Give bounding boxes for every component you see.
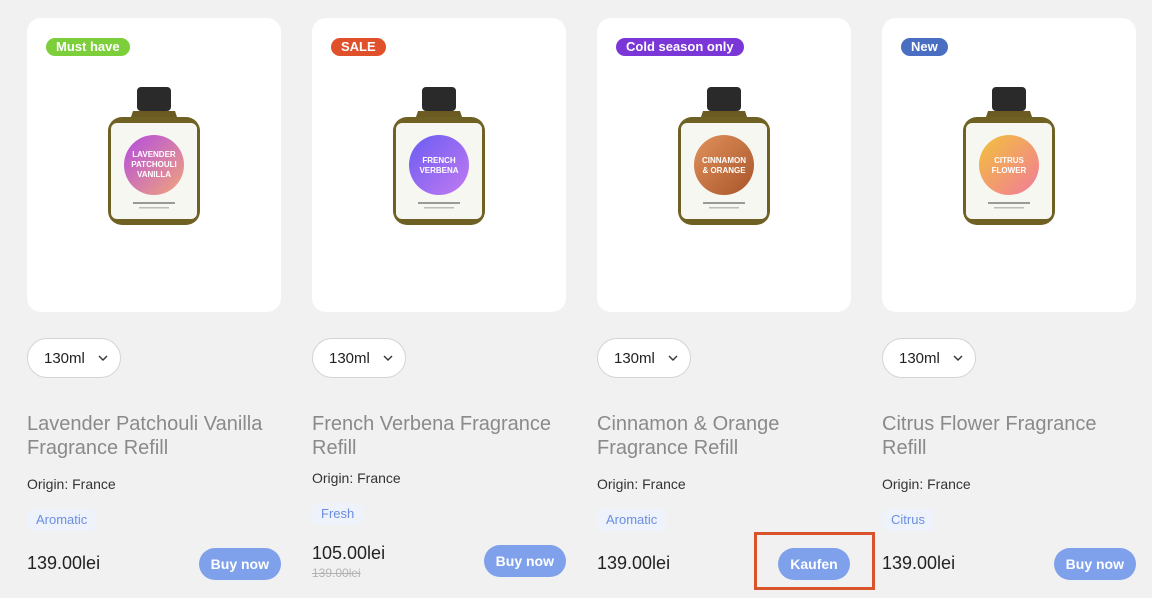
product-title[interactable]: Cinnamon & Orange Fragrance Refill [597, 412, 851, 460]
size-select-value: 130ml [899, 350, 940, 367]
buy-now-button[interactable]: Buy now [1053, 548, 1136, 580]
product-image-box[interactable]: Cold season only CINNAMON & ORANGE [597, 18, 851, 312]
chevron-down-icon [953, 355, 963, 361]
buy-now-button[interactable]: Buy now [198, 548, 281, 580]
product-price: 139.00lei [882, 553, 956, 573]
kaufen-button[interactable]: Kaufen [778, 548, 850, 580]
product-tag[interactable]: Citrus [882, 509, 934, 531]
product-origin: Origin: France [312, 470, 401, 486]
size-select-value: 130ml [44, 350, 85, 367]
product-image-box[interactable]: New CITRUS FLOWER [882, 18, 1136, 312]
product-card: New CITRUS FLOWER 130ml Citrus Flower Fr… [882, 0, 1136, 598]
product-badge: SALE [331, 38, 386, 56]
product-title[interactable]: Lavender Patchouli Vanilla Fragrance Ref… [27, 412, 281, 460]
product-origin: Origin: France [597, 476, 686, 492]
size-select[interactable]: 130ml [597, 338, 691, 378]
product-badge: Cold season only [616, 38, 744, 56]
size-select-value: 130ml [329, 350, 370, 367]
product-card: SALE FRENCH VERBENA 130ml French Verbena… [312, 0, 566, 598]
svg-text:LAVENDERPATCHOULIVANILLA: LAVENDER PATCHOULI VANILLA [131, 150, 176, 179]
size-select[interactable]: 130ml [27, 338, 121, 378]
svg-text:FRENCHVERBENA: FRENCH VERBENA [419, 156, 458, 175]
fragrance-bottle-image: LAVENDER PATCHOULI VANILLA [108, 87, 200, 225]
size-select[interactable]: 130ml [312, 338, 406, 378]
product-badge: New [901, 38, 948, 56]
fragrance-bottle-image: FRENCH VERBENA [393, 87, 485, 225]
product-tag[interactable]: Aromatic [597, 509, 667, 531]
size-select[interactable]: 130ml [882, 338, 976, 378]
buy-now-button[interactable]: Buy now [483, 545, 566, 577]
product-title[interactable]: Citrus Flower Fragrance Refill [882, 412, 1136, 460]
product-badge: Must have [46, 38, 130, 56]
product-price: 139.00lei [597, 553, 671, 573]
product-origin: Origin: France [882, 476, 971, 492]
product-old-price: 139.00lei [312, 566, 361, 580]
fragrance-bottle-image: CITRUS FLOWER [963, 87, 1055, 225]
fragrance-bottle-image: CINNAMON & ORANGE [678, 87, 770, 225]
chevron-down-icon [98, 355, 108, 361]
product-image-box[interactable]: Must have LAVENDER PATCHOULI VANILLA [27, 18, 281, 312]
product-origin: Origin: France [27, 476, 116, 492]
product-card: Must have LAVENDER PATCHOULI VANILLA 130… [27, 0, 281, 598]
svg-text:CITRUSFLOWER: CITRUS FLOWER [992, 156, 1027, 175]
chevron-down-icon [668, 355, 678, 361]
product-tag[interactable]: Fresh [312, 503, 364, 525]
product-price: 105.00lei [312, 543, 386, 563]
product-price: 139.00lei [27, 553, 101, 573]
product-image-box[interactable]: SALE FRENCH VERBENA [312, 18, 566, 312]
product-tag[interactable]: Aromatic [27, 509, 97, 531]
product-title[interactable]: French Verbena Fragrance Refill [312, 412, 566, 460]
product-card: Cold season only CINNAMON & ORANGE 130ml… [597, 0, 851, 598]
svg-text:CINNAMON& ORANGE: CINNAMON & ORANGE [702, 156, 746, 175]
size-select-value: 130ml [614, 350, 655, 367]
chevron-down-icon [383, 355, 393, 361]
